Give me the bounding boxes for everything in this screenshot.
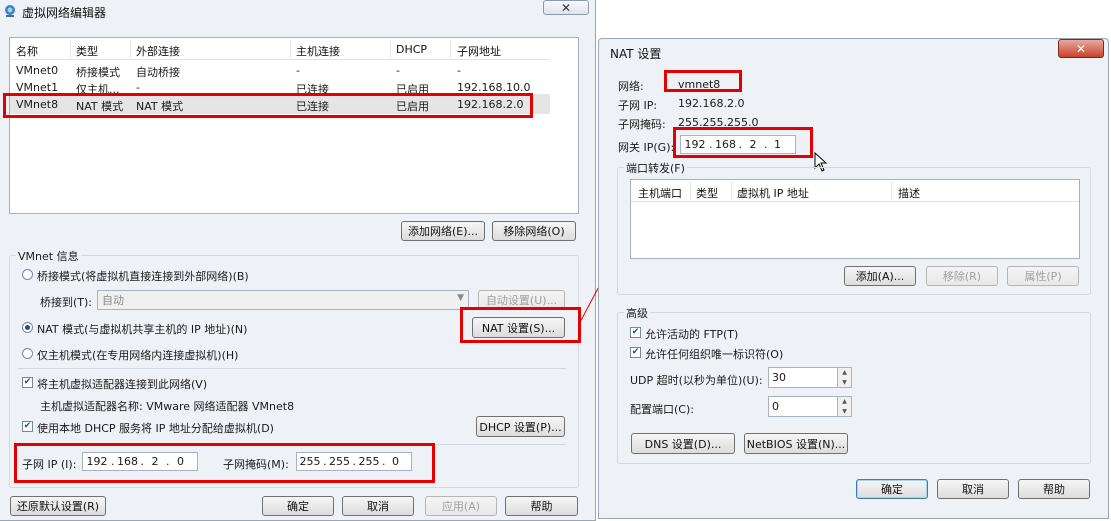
pf-header-description[interactable]: 描述	[898, 185, 920, 201]
config-port-value: 0	[772, 400, 779, 413]
pf-add-button[interactable]: 添加(A)...	[844, 266, 916, 286]
nat-cancel-button[interactable]: 取消	[937, 479, 1009, 499]
pf-properties-button[interactable]: 属性(P)	[1007, 266, 1079, 286]
nat-ok-button[interactable]: 确定	[856, 479, 928, 499]
spin-up-icon[interactable]: ▲	[838, 368, 851, 378]
config-port-label: 配置端口(C):	[630, 403, 694, 416]
close-icon: ✕	[1075, 41, 1087, 56]
advanced-title: 高级	[624, 305, 650, 321]
udp-timeout-spin[interactable]: ▲ ▼	[837, 368, 851, 387]
dns-settings-button[interactable]: DNS 设置(D)...	[631, 433, 735, 454]
config-port-spin[interactable]: ▲ ▼	[837, 397, 851, 416]
udp-timeout-stepper[interactable]: 30 ▲ ▼	[768, 367, 852, 388]
pf-remove-button[interactable]: 移除(R)	[926, 266, 998, 286]
allow-oui-label[interactable]: 允许任何组织唯一标识符(O)	[645, 346, 783, 362]
spin-down-icon[interactable]: ▼	[838, 406, 851, 416]
nat-network-label: 网络:	[618, 80, 644, 93]
highlight-network-name	[664, 70, 742, 92]
allow-ftp-checkbox[interactable]: ✔	[630, 327, 641, 338]
netbios-settings-button[interactable]: NetBIOS 设置(N)...	[744, 433, 848, 454]
nat-subnet-mask-label: 子网掩码:	[618, 118, 666, 131]
pf-header-vm-ip[interactable]: 虚拟机 IP 地址	[737, 185, 809, 201]
allow-ftp-label[interactable]: 允许活动的 FTP(T)	[645, 326, 738, 342]
config-port-stepper[interactable]: 0 ▲ ▼	[768, 396, 852, 417]
port-forward-header: 主机端口 类型 虚拟机 IP 地址 描述	[631, 180, 1079, 202]
nat-subnet-ip-label: 子网 IP:	[618, 99, 658, 112]
udp-timeout-label: UDP 超时(以秒为单位)(U):	[630, 374, 763, 387]
nat-help-button[interactable]: 帮助	[1018, 479, 1090, 499]
nat-close-button[interactable]: ✕	[1058, 39, 1104, 58]
nat-subnet-ip-value: 192.168.2.0	[678, 97, 745, 110]
pf-header-type[interactable]: 类型	[696, 185, 718, 201]
highlight-gateway-ip	[673, 127, 813, 158]
spin-down-icon[interactable]: ▼	[838, 377, 851, 387]
spin-up-icon[interactable]: ▲	[838, 397, 851, 407]
udp-timeout-value: 30	[772, 371, 786, 384]
nat-dialog-title: NAT 设置	[610, 47, 662, 61]
allow-oui-checkbox[interactable]: ✔	[630, 347, 641, 358]
pf-header-host-port[interactable]: 主机端口	[638, 185, 682, 201]
gateway-ip-label: 网关 IP(G):	[618, 141, 675, 154]
port-forward-title: 端口转发(F)	[624, 160, 687, 176]
